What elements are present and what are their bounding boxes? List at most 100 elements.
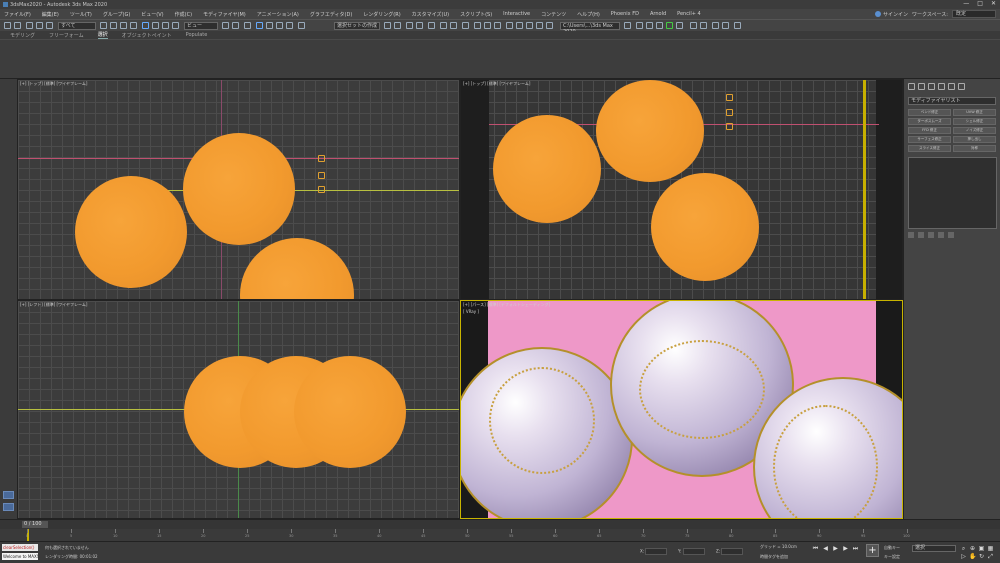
angle-snap-icon[interactable] [266,22,273,29]
phoenix-simulate-icon[interactable] [646,22,653,29]
reference-coordinate-select[interactable]: ビュー [184,22,218,30]
light-gizmo-icon[interactable] [726,94,733,101]
move-icon[interactable] [142,22,149,29]
menu-views[interactable]: ビュー(V) [141,11,163,18]
light-gizmo-icon[interactable] [318,155,325,162]
previous-frame-icon[interactable]: ◀ [822,545,829,552]
menu-help[interactable]: ヘルプ(H) [577,11,600,18]
maxscript-output[interactable]: clearSelection() [2,544,38,551]
menu-pencil[interactable]: Pencil+ 4 [677,11,701,17]
zoom-extents-all-icon[interactable]: ▦ [987,545,994,552]
pearl-sphere[interactable] [461,347,633,518]
make-unique-icon[interactable] [928,232,934,238]
modifier-button[interactable]: 対称 [953,145,996,152]
menu-content[interactable]: コンテンツ [541,11,566,18]
menu-tools[interactable]: ツール(T) [70,11,92,18]
arnold-render-icon[interactable] [690,22,697,29]
field-of-view-icon[interactable]: ▷ [960,553,967,560]
link-icon[interactable] [26,22,33,29]
modifier-button[interactable]: シェル修正 [953,118,996,125]
pencil-line-icon[interactable] [712,22,719,29]
go-to-start-icon[interactable]: ⏮ [812,545,819,552]
viewport-label[interactable]: [+] [レフト] [標準] [ワイヤフレーム] [20,302,87,308]
vray-frame-buffer-icon[interactable] [516,22,523,29]
select-object-icon[interactable] [100,22,107,29]
track-bar[interactable]: 0 5 10 15 20 25 30 35 40 45 50 55 60 65 … [0,529,1000,541]
menu-edit[interactable]: 編集(E) [42,11,59,18]
layout-grid-button[interactable] [3,503,14,511]
menu-phoenix[interactable]: Phoenix FD [611,11,639,17]
menu-animation[interactable]: アニメーション(A) [257,11,299,18]
phoenix-liquid-icon[interactable] [656,22,663,29]
orbit-icon[interactable]: ↻ [978,553,985,560]
keyboard-shortcut-icon[interactable] [244,22,251,29]
pencil-material-icon[interactable] [722,22,729,29]
layout-tab-button[interactable] [3,491,14,499]
configure-sets-icon[interactable] [948,232,954,238]
utilities-tab-icon[interactable] [958,83,965,90]
viewport-bottom-left[interactable]: [+] [レフト] [標準] [ワイヤフレーム] [17,300,460,519]
maximize-viewport-icon[interactable]: ⤢ [987,553,994,560]
tab-selection[interactable]: 選択 [97,31,108,39]
orange-sphere[interactable] [493,115,601,223]
modifier-button[interactable]: スライス修正 [908,145,951,152]
material-editor-icon[interactable] [462,22,469,29]
maximize-button[interactable]: □ [977,0,983,7]
selection-filter-select[interactable]: すべて [58,22,96,30]
modifier-button[interactable]: FFD 修正 [908,127,951,134]
next-frame-icon[interactable]: ▶ [842,545,849,552]
phoenix-source-icon[interactable] [666,22,673,29]
vray-render-icon[interactable] [506,22,513,29]
viewport-perspective[interactable]: [+] [パース] [標準] [デフォルトシェーディング] [ VRay ] [460,300,903,519]
frame-counter[interactable]: 0 / 100 [22,521,48,528]
play-icon[interactable]: ▶ [832,545,839,552]
spinner-snap-icon[interactable] [286,22,293,29]
time-slider[interactable]: 0 / 100 [0,519,1000,529]
modify-tab-icon[interactable] [918,83,925,90]
pin-stack-icon[interactable] [908,232,914,238]
zoom-icon[interactable]: ⌕ [960,545,967,552]
motion-tab-icon[interactable] [938,83,945,90]
redo-icon[interactable] [14,22,21,29]
menu-graph-editors[interactable]: グラフエディタ(D) [310,11,352,18]
menu-rendering[interactable]: レンダリング(R) [363,11,400,18]
schematic-view-icon[interactable] [450,22,457,29]
align-icon[interactable] [394,22,401,29]
set-key-button[interactable]: キー設定 [884,554,900,560]
light-gizmo-icon[interactable] [318,172,325,179]
select-manipulate-icon[interactable] [232,22,239,29]
modifier-button[interactable]: ノイズ修正 [953,127,996,134]
modifier-button[interactable]: 押し出し [953,136,996,143]
orange-sphere[interactable] [294,356,406,468]
ribbon-toggle-icon[interactable] [428,22,435,29]
zoom-all-icon[interactable]: ⊕ [969,545,976,552]
project-folder-icon[interactable] [624,22,631,29]
tab-populate[interactable]: Populate [186,32,208,38]
display-tab-icon[interactable] [948,83,955,90]
rotate-icon[interactable] [152,22,159,29]
tab-modeling[interactable]: モデリング [10,32,35,39]
undo-icon[interactable] [4,22,11,29]
vray-light-icon[interactable] [526,22,533,29]
light-gizmo-icon[interactable] [726,109,733,116]
light-gizmo-icon[interactable] [318,186,325,193]
create-tab-icon[interactable] [908,83,915,90]
rendered-frame-window-icon[interactable] [484,22,491,29]
modifier-button[interactable]: ターボスムーズ [908,118,951,125]
menu-arnold[interactable]: Arnold [650,11,666,17]
signin-label[interactable]: サインイン [883,11,908,18]
tab-freeform[interactable]: フリーフォーム [49,32,84,39]
vray-camera-icon[interactable] [546,22,553,29]
set-key-icon[interactable]: + [866,544,879,557]
modifier-stack[interactable] [908,157,997,229]
edit-named-selection-icon[interactable] [298,22,305,29]
orange-sphere[interactable] [75,176,187,288]
orange-sphere[interactable] [183,133,295,245]
auto-key-button[interactable]: 自動キー [884,545,900,551]
minimize-button[interactable]: — [963,0,969,7]
pivot-center-icon[interactable] [222,22,229,29]
workspace-select[interactable]: 既定 [951,10,996,18]
scene-explorer-icon[interactable] [406,22,413,29]
snaps-toggle-icon[interactable] [256,22,263,29]
pan-icon[interactable]: ✋ [969,553,976,560]
